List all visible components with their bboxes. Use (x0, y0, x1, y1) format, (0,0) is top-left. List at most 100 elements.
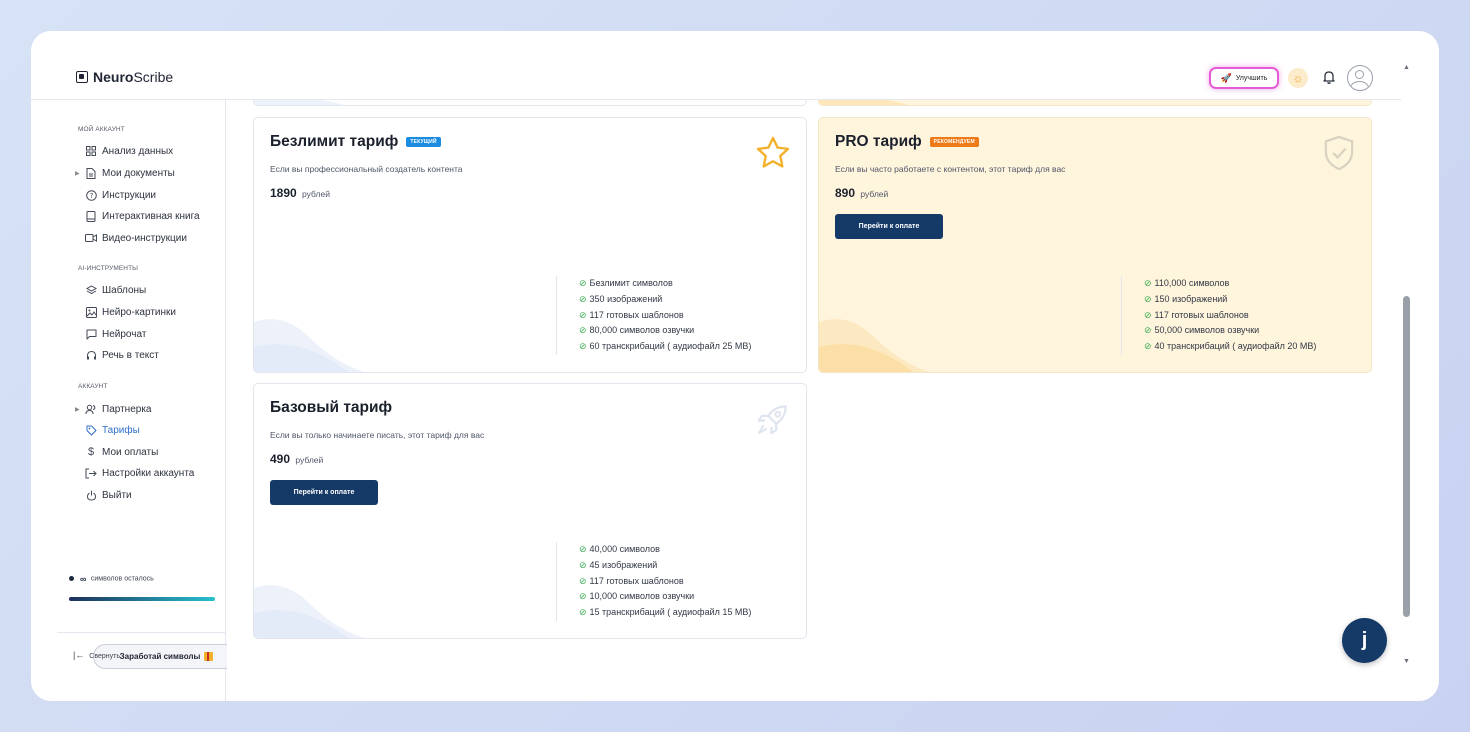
sidebar-item-account-settings[interactable]: Настройки аккаунта (83, 464, 194, 482)
headphones-icon (83, 350, 99, 361)
check-circle-icon: ⊘ (579, 341, 587, 352)
check-circle-icon: ⊘ (579, 559, 587, 570)
sidebar-item-templates[interactable]: Шаблоны (83, 281, 146, 299)
logo[interactable]: NeuroScribe (76, 69, 173, 85)
check-circle-icon: ⊘ (1144, 309, 1152, 320)
plan-features: ⊘ Безлимит символов ⊘ 350 изображений ⊘ 117… (556, 276, 751, 355)
plan-price: 890 рублей (835, 186, 888, 200)
dollar-icon: $ (87, 446, 95, 458)
collapse-sidebar-button[interactable]: |← Свернуть (73, 650, 120, 660)
feature-item: ⊘ 15 транскрибаций ( аудиофайл 15 MB) (579, 607, 752, 618)
symbols-progress-fill (69, 597, 215, 601)
shield-check-icon (1321, 134, 1357, 177)
sidebar-item-label: Выйти (102, 489, 132, 501)
collapse-label: Свернуть (89, 653, 120, 660)
theme-toggle-sun-icon[interactable]: ☼ (1288, 68, 1308, 88)
document-icon (83, 167, 99, 179)
feature-item: ⊘ 350 изображений (579, 293, 663, 304)
card-wave-decoration (819, 319, 929, 372)
plan-description: Если вы только начинаете писать, этот та… (270, 430, 485, 440)
pay-button[interactable]: Перейти к оплате (270, 480, 378, 505)
check-circle-icon: ⊘ (1144, 278, 1152, 288)
rocket-icon (754, 400, 792, 443)
chat-icon (83, 329, 99, 340)
check-circle-icon: ⊘ (1144, 325, 1152, 336)
chevron-right-icon[interactable]: ▶ (75, 406, 80, 413)
user-avatar[interactable] (1347, 65, 1373, 91)
card-wave-decoration (254, 585, 364, 638)
upgrade-button[interactable]: 🚀 Улучшить (1209, 67, 1279, 89)
sidebar-item-label: Мои оплаты (102, 446, 159, 458)
sidebar-item-label: Мои документы (102, 167, 175, 179)
check-circle-icon: ⊘ (1144, 293, 1152, 304)
layers-icon (83, 284, 99, 296)
pay-button[interactable]: Перейти к оплате (835, 214, 943, 239)
symbols-label: символов осталось (90, 575, 154, 583)
sidebar-item-my-payments[interactable]: $ Мои оплаты (83, 443, 158, 461)
sidebar-item-label: Нейрочат (102, 328, 147, 340)
feature-item: ⊘ 40 транскрибаций ( аудиофайл 20 MB) (1144, 341, 1317, 352)
sidebar-item-label: Видео-инструкции (102, 232, 187, 244)
check-circle-icon: ⊘ (579, 607, 587, 618)
card-partial-top-right (818, 100, 1372, 106)
plan-features: ⊘ 40,000 символов ⊘ 45 изображений ⊘ 117 го… (556, 542, 751, 621)
sidebar-item-data-analysis[interactable]: Анализ данных (83, 142, 173, 160)
users-icon (83, 404, 99, 415)
divider (57, 632, 225, 633)
feature-item: ⊘ 40,000 символов (579, 544, 660, 554)
current-badge: Текущий (406, 137, 441, 147)
logo-name-rest: Scribe (133, 69, 174, 85)
sidebar-item-label: Инструкции (102, 189, 157, 201)
main-content: Безлимит тариф Текущий Если вы профессион… (227, 100, 1401, 701)
scroll-down-arrow-icon[interactable]: ▼ (1403, 658, 1410, 665)
check-circle-icon: ⊘ (579, 278, 587, 288)
feature-item: ⊘ 80,000 символов озвучки (579, 325, 695, 336)
card-wave-decoration (254, 319, 364, 372)
sidebar-item-interactive-book[interactable]: Интерактивная книга (83, 207, 200, 225)
sidebar-item-instructions[interactable]: ? Инструкции (83, 186, 156, 204)
price-value: 490 (270, 452, 291, 466)
collapse-icon: |← (73, 650, 85, 660)
notifications-bell-icon[interactable] (1318, 66, 1340, 88)
sidebar-item-label: Анализ данных (102, 145, 174, 157)
sidebar-item-label: Партнерка (102, 403, 152, 415)
price-currency: рублей (302, 189, 330, 199)
scrollbar-thumb[interactable] (1403, 296, 1410, 617)
book-icon (83, 210, 99, 222)
sidebar-item-video-instructions[interactable]: Видео-инструкции (83, 229, 187, 247)
sidebar-item-partner[interactable]: ▶ Партнерка (75, 400, 152, 418)
sidebar-item-label: Интерактивная книга (102, 210, 200, 222)
check-circle-icon: ⊘ (579, 293, 587, 304)
plan-title: PRO тариф Рекомендуем (835, 133, 979, 151)
plan-description: Если вы профессиональный создатель конте… (270, 164, 463, 174)
card-partial-top-left (253, 100, 807, 106)
check-circle-icon: ⊘ (579, 544, 587, 554)
sidebar-item-neuro-images[interactable]: Нейро-картинки (83, 303, 176, 321)
logo-name-bold: Neuro (93, 69, 134, 85)
sidebar-item-speech-to-text[interactable]: Речь в текст (83, 346, 159, 364)
help-circle-icon: ? (83, 189, 99, 201)
rocket-icon: 🚀 (1220, 72, 1232, 83)
plan-title-text: Базовый тариф (270, 399, 393, 416)
sidebar-item-label: Шаблоны (102, 284, 147, 296)
symbols-remaining: ∞ символов осталось (69, 570, 215, 601)
sidebar-item-neurochat[interactable]: Нейрочат (83, 325, 146, 343)
check-circle-icon: ⊘ (579, 575, 587, 586)
sidebar-item-logout[interactable]: Выйти (83, 486, 132, 504)
recommended-badge: Рекомендуем (929, 137, 979, 147)
plan-card-pro: PRO тариф Рекомендуем Если вы часто работ… (818, 117, 1372, 373)
gift-icon (204, 652, 214, 661)
chevron-right-icon[interactable]: ▶ (75, 170, 80, 177)
sidebar: Мой аккаунт Анализ данных ▶ Мои документ… (57, 100, 240, 701)
plan-title: Безлимит тариф Текущий (270, 133, 441, 151)
video-icon (83, 233, 99, 243)
sidebar-item-tariffs[interactable]: Тарифы (83, 421, 140, 439)
sidebar-item-label: Нейро-картинки (102, 306, 176, 318)
image-icon (83, 306, 99, 318)
plan-card-unlimited: Безлимит тариф Текущий Если вы профессион… (253, 117, 807, 373)
chat-widget-button[interactable]: j (1342, 618, 1387, 663)
price-value: 1890 (270, 186, 297, 200)
symbols-progress-bar (69, 597, 215, 601)
scroll-up-arrow-icon[interactable]: ▲ (1403, 64, 1410, 71)
sidebar-item-my-documents[interactable]: ▶ Мои документы (75, 164, 175, 182)
